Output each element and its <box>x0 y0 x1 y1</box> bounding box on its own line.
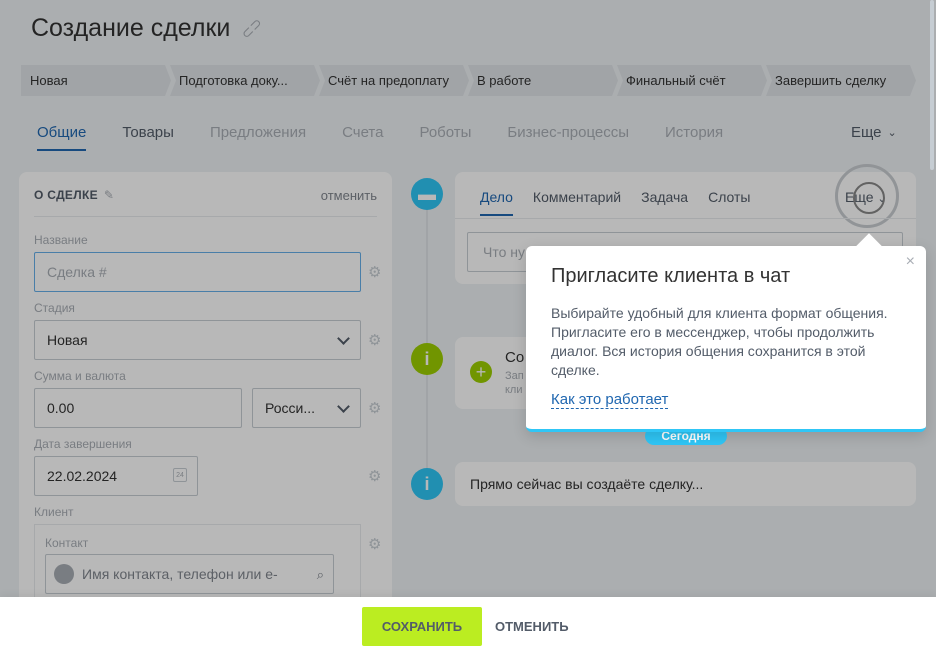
info-item-text: Прямо сейчас вы создаёте сделку... <box>470 476 704 492</box>
close-date-value: 22.02.2024 <box>47 468 118 484</box>
gear-icon[interactable]: ⚙ <box>368 535 381 553</box>
contact-placeholder: Имя контакта, телефон или e- <box>82 566 278 582</box>
tab-general[interactable]: Общие <box>37 124 87 151</box>
gear-icon[interactable]: ⚙ <box>368 399 381 417</box>
create-item-sub-line1: Зап <box>505 370 524 382</box>
info-icon: i <box>411 343 443 375</box>
stage-new[interactable]: Новая <box>21 65 171 96</box>
timeline-info-item: Прямо сейчас вы создаёте сделку... <box>455 462 916 506</box>
amount-input[interactable]: 0.00 <box>34 388 242 428</box>
page-title: Создание сделки ⊂⊃ <box>31 14 267 43</box>
amount-label: Сумма и валюта <box>34 369 126 383</box>
chat-icon: ▬ <box>411 178 443 210</box>
stage-finish-deal[interactable]: Завершить сделку <box>766 65 916 96</box>
main-tabs: Общие Товары Предложения Счета Роботы Би… <box>37 124 759 151</box>
deal-card-cancel-link[interactable]: отменить <box>321 188 377 216</box>
gear-icon[interactable]: ⚙ <box>368 331 381 349</box>
info-icon: i <box>411 468 443 500</box>
amount-value: 0.00 <box>47 400 75 416</box>
tab-robots[interactable]: Роботы <box>419 124 471 151</box>
stage-select[interactable]: Новая <box>34 320 361 360</box>
create-item-sub-line2: кли <box>505 384 523 396</box>
contact-label: Контакт <box>45 536 89 550</box>
chevron-down-icon: ⌄ <box>887 127 897 139</box>
scrollbar[interactable] <box>930 0 934 170</box>
client-label: Клиент <box>34 505 74 519</box>
tabs-more-label: Еще <box>851 124 882 141</box>
currency-value: Росси... <box>265 400 315 416</box>
contact-search-input[interactable]: Имя контакта, телефон или e- ⌕ <box>45 554 334 594</box>
chevron-down-icon <box>337 400 350 413</box>
calendar-icon[interactable]: 24 <box>173 468 187 482</box>
close-date-label: Дата завершения <box>34 437 132 451</box>
invite-chat-popup: × Пригласите клиента в чат Выбирайте удо… <box>526 233 926 432</box>
tab-offers[interactable]: Предложения <box>210 124 306 151</box>
editor-placeholder: Что ну <box>483 244 525 260</box>
stage-prepayment-invoice[interactable]: Счёт на предоплату <box>319 65 469 96</box>
deal-name-placeholder: Сделка # <box>47 264 107 280</box>
avatar-icon <box>54 564 74 584</box>
how-it-works-link[interactable]: Как это работает <box>551 391 669 409</box>
plus-icon[interactable]: + <box>470 361 492 383</box>
pencil-icon[interactable]: ✎ <box>104 188 114 216</box>
stage-preparation[interactable]: Подготовка доку... <box>170 65 320 96</box>
tab-history[interactable]: История <box>665 124 723 151</box>
link-icon[interactable]: ⊂⊃ <box>238 14 267 43</box>
tab-products[interactable]: Товары <box>122 124 174 151</box>
deal-card-title: О СДЕЛКЕ ✎ <box>34 188 114 216</box>
editor-tab-slots[interactable]: Слоты <box>708 189 750 216</box>
popup-text: Выбирайте удобный для клиента формат общ… <box>551 305 888 378</box>
stage-in-progress[interactable]: В работе <box>468 65 618 96</box>
editor-divider <box>455 218 916 219</box>
popup-title: Пригласите клиента в чат <box>551 265 791 287</box>
close-date-input[interactable]: 22.02.2024 24 <box>34 456 198 496</box>
close-icon[interactable]: × <box>906 253 915 271</box>
search-icon: ⌕ <box>316 567 324 582</box>
stage-final-invoice[interactable]: Финальный счёт <box>617 65 767 96</box>
editor-tab-comment[interactable]: Комментарий <box>533 189 621 216</box>
chevron-down-icon <box>337 332 350 345</box>
save-button[interactable]: СОХРАНИТЬ <box>362 607 482 646</box>
stage-label: Стадия <box>34 301 75 315</box>
deal-name-input[interactable]: Сделка # <box>34 252 361 292</box>
gear-icon[interactable]: ⚙ <box>368 467 381 485</box>
editor-tab-task[interactable]: Задача <box>641 189 688 216</box>
deal-card: О СДЕЛКЕ ✎ отменить Название Сделка # ⚙ … <box>19 172 392 614</box>
cancel-button[interactable]: ОТМЕНИТЬ <box>495 607 569 646</box>
deal-card-header: О СДЕЛКЕ ✎ отменить <box>34 188 377 217</box>
page-title-text: Создание сделки <box>31 14 231 42</box>
stage-select-value: Новая <box>47 332 88 348</box>
tab-invoices[interactable]: Счета <box>342 124 383 151</box>
editor-tabs: Дело Комментарий Задача Слоты <box>480 189 770 216</box>
deal-card-title-text: О СДЕЛКЕ <box>34 188 98 202</box>
stage-bar: Новая Подготовка доку... Счёт на предопл… <box>21 65 915 96</box>
create-item-sub: Зап кли <box>505 369 524 397</box>
footer-bar: СОХРАНИТЬ ОТМЕНИТЬ <box>0 597 936 651</box>
gear-icon[interactable]: ⚙ <box>368 263 381 281</box>
tab-business-processes[interactable]: Бизнес-процессы <box>507 124 629 151</box>
name-label: Название <box>34 233 88 247</box>
create-item-title: Со <box>505 349 525 366</box>
currency-select[interactable]: Росси... <box>252 388 361 428</box>
editor-tab-activity[interactable]: Дело <box>480 189 513 216</box>
tabs-more-button[interactable]: Еще ⌄ <box>851 124 897 141</box>
